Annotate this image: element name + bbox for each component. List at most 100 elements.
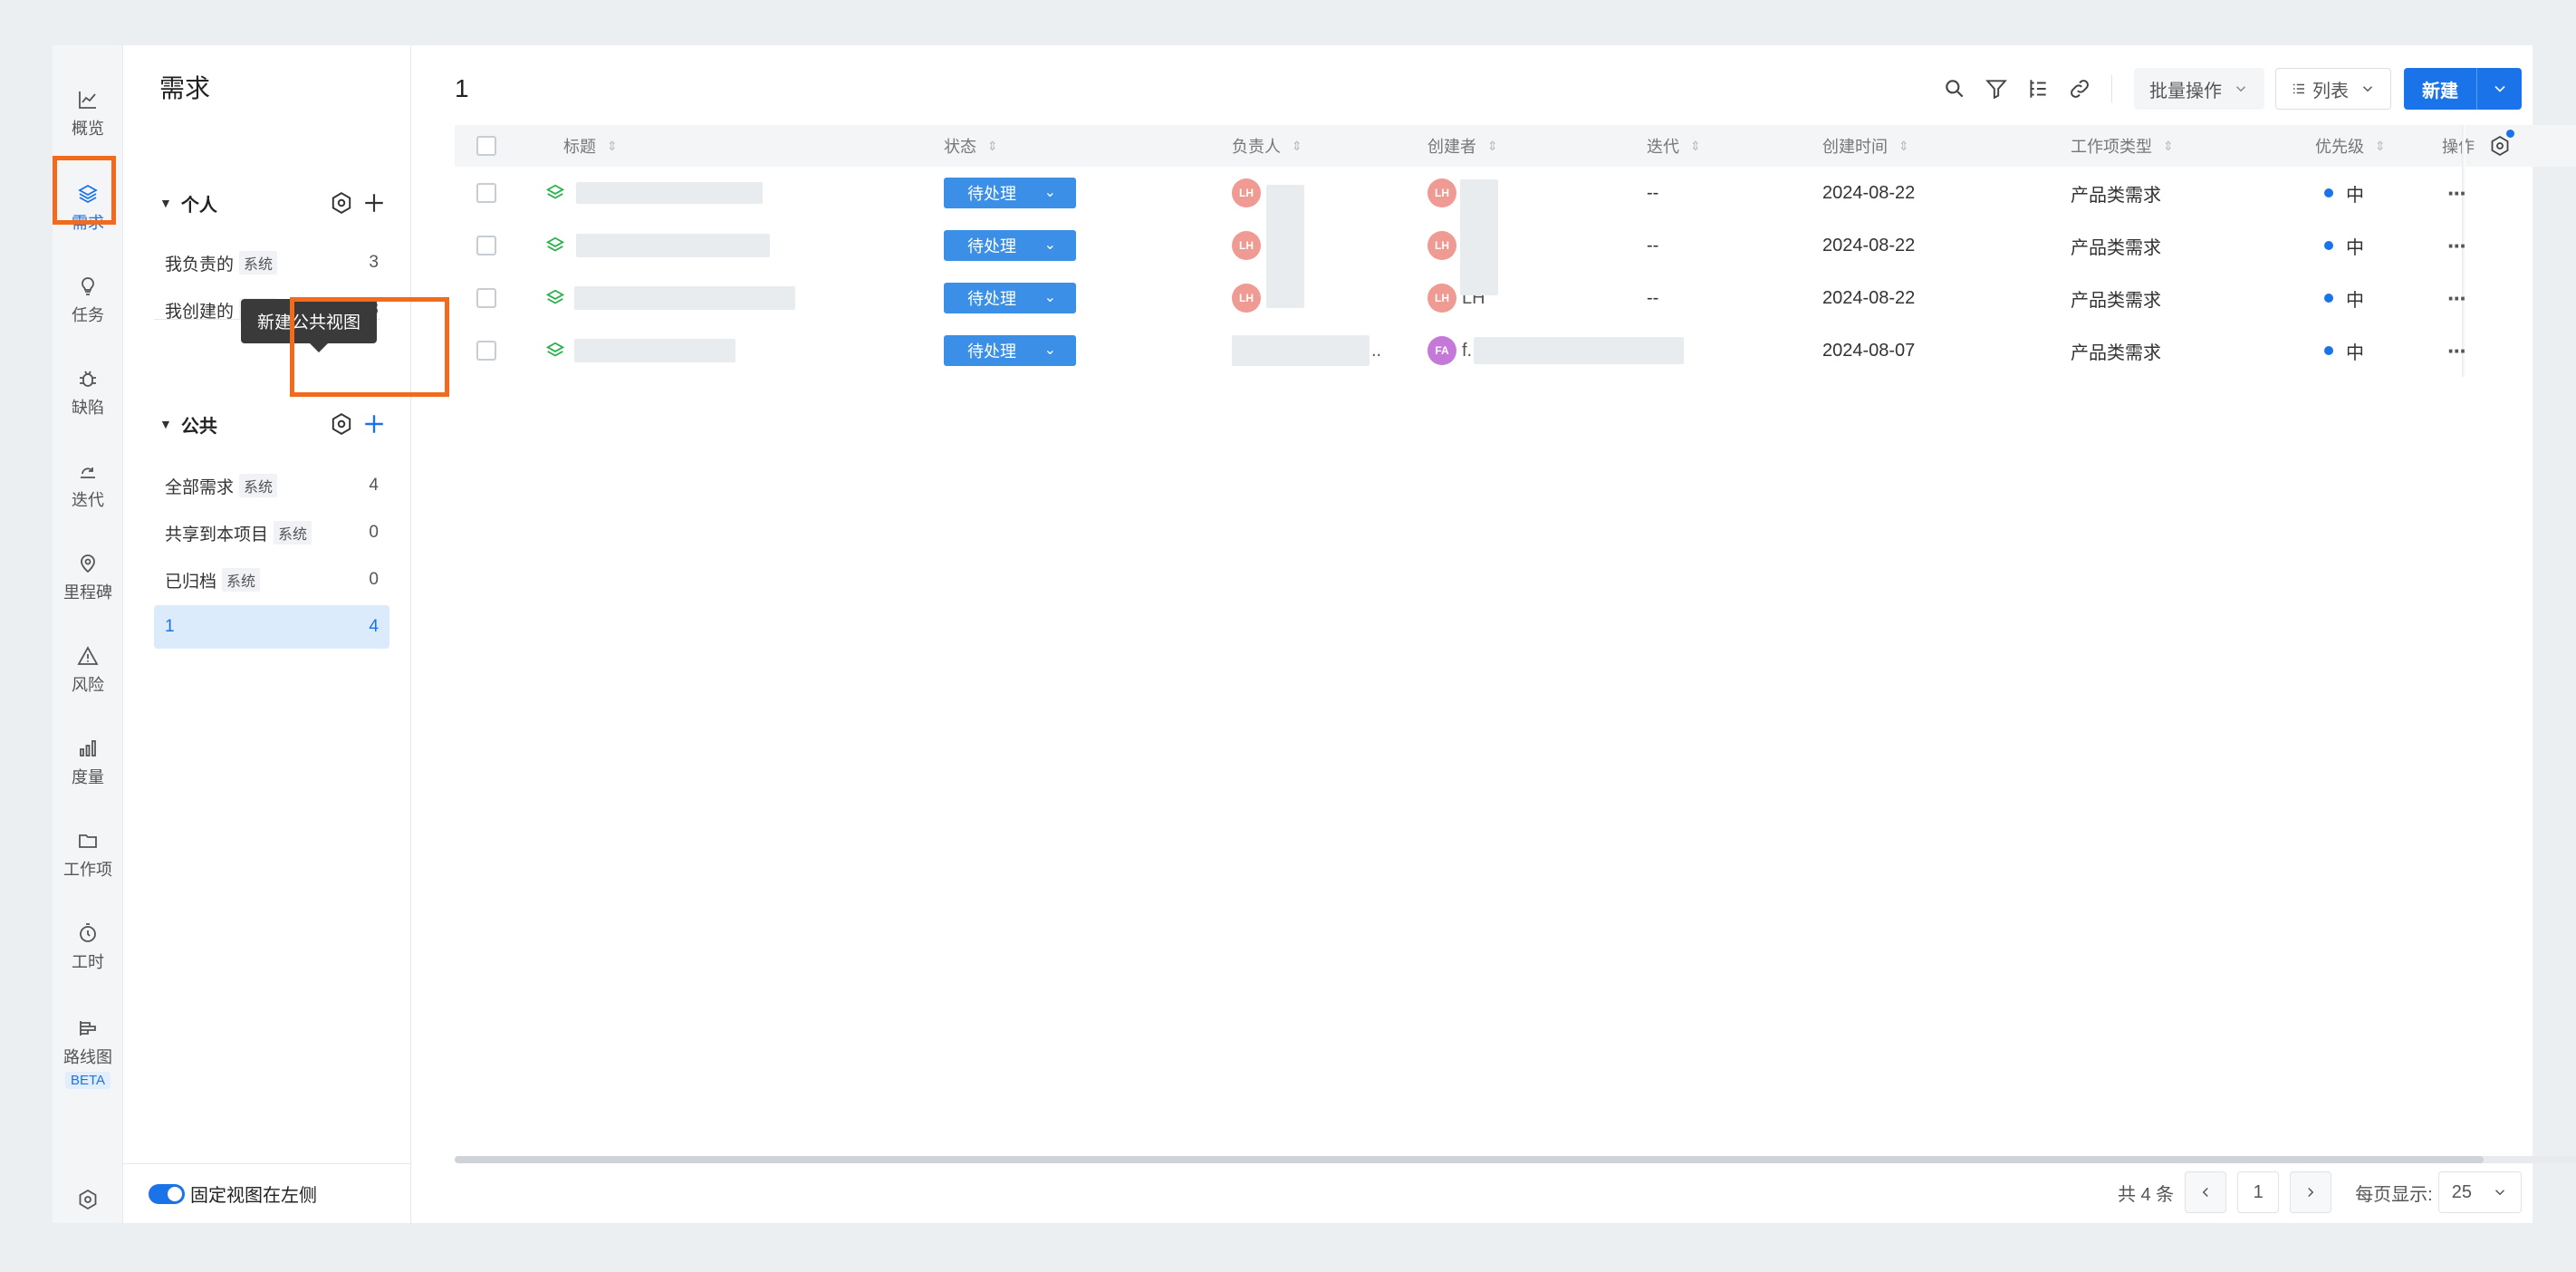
column-header-iteration[interactable]: 迭代 ⇕: [1647, 134, 1701, 158]
group-personal[interactable]: ▼ 个人: [159, 187, 386, 219]
row-checkbox[interactable]: [476, 183, 496, 203]
table-row[interactable]: 待处理 ⌄ LH LH -- 2024-08-22 产品类需求 中 ···: [455, 167, 2576, 219]
view-item[interactable]: 共享到本项目 系统 0: [154, 511, 389, 554]
batch-label: 批量操作: [2149, 81, 2222, 101]
pin-toggle[interactable]: [149, 1183, 185, 1204]
creator-redacted: [1474, 337, 1685, 364]
row-checkbox[interactable]: [476, 288, 496, 308]
chevron-down-icon: [2494, 1190, 2505, 1196]
group-public[interactable]: ▼ 公共: [159, 408, 386, 440]
view-mode-select[interactable]: 列表: [2275, 68, 2391, 110]
rail-item-milestones[interactable]: 里程碑: [53, 542, 123, 614]
more-actions-button[interactable]: ···: [2447, 284, 2467, 313]
column-header-assignee[interactable]: 负责人 ⇕: [1232, 134, 1302, 158]
row-checkbox[interactable]: [476, 236, 496, 255]
tree-list-icon: [2030, 80, 2046, 98]
column-settings-button[interactable]: [2489, 130, 2514, 157]
view-count: 0: [369, 523, 379, 542]
view-item[interactable]: 全部需求 系统 4: [154, 464, 389, 507]
per-page-select[interactable]: 25: [2437, 1171, 2522, 1213]
column-header-status[interactable]: 状态 ⇕: [944, 134, 998, 158]
table-row[interactable]: 待处理 ⌄ .. FA f. 2024-08-07 产品类需求 中 ···: [455, 324, 2576, 377]
caret-down-icon: ▼: [159, 417, 172, 431]
more-actions-button[interactable]: ···: [2447, 179, 2467, 207]
rail-settings[interactable]: [53, 1189, 123, 1210]
row-checkbox[interactable]: [476, 341, 496, 361]
per-page-value: 25: [2451, 1181, 2472, 1202]
title-redacted[interactable]: [574, 339, 735, 362]
view-item[interactable]: 已归档 系统 0: [154, 558, 389, 602]
select-all-checkbox[interactable]: [476, 136, 496, 156]
creator-avatar: LH: [1427, 178, 1456, 207]
column-header-title[interactable]: 标题 ⇕: [563, 134, 618, 158]
plus-icon[interactable]: [362, 191, 386, 215]
requirement-type-icon: [545, 236, 565, 255]
rail-item-roadmap[interactable]: 路线图 BETA: [53, 1007, 123, 1098]
more-actions-button[interactable]: ···: [2447, 337, 2467, 365]
requirements-table: 标题 ⇕ 状态 ⇕ 负责人 ⇕ 创建者 ⇕ 迭代 ⇕ 创建时间 ⇕ 工作项类型 ⇕ 优先级 ⇕ …: [455, 125, 2576, 377]
column-header-creator[interactable]: 创建者 ⇕: [1427, 134, 1498, 158]
created-date-cell: 2024-08-22: [1822, 182, 1916, 203]
column-header-created[interactable]: 创建时间 ⇕: [1822, 134, 1909, 158]
page-title: 1: [455, 74, 469, 102]
status-dropdown[interactable]: 待处理 ⌄: [944, 335, 1076, 366]
link-button[interactable]: [2059, 68, 2100, 110]
group-button[interactable]: [2017, 68, 2059, 110]
table-row[interactable]: 待处理 ⌄ LH LH -- 2024-08-22 产品类需求 中 ···: [455, 219, 2576, 272]
search-button[interactable]: [1934, 68, 1975, 110]
scrollbar-thumb[interactable]: [455, 1156, 2484, 1163]
title-redacted[interactable]: [576, 182, 763, 204]
notification-dot: [2506, 130, 2514, 138]
view-item-selected[interactable]: 1 4: [154, 605, 389, 649]
create-dropdown-button[interactable]: [2476, 68, 2522, 110]
rail-item-risks[interactable]: 风险: [53, 634, 123, 707]
status-dropdown[interactable]: 待处理 ⌄: [944, 230, 1076, 261]
type-cell: 产品类需求: [2071, 342, 2161, 363]
settings-icon[interactable]: [330, 191, 353, 215]
priority-cell: 中: [2324, 180, 2364, 207]
title-redacted[interactable]: [574, 286, 795, 310]
system-tag: 系统: [274, 521, 312, 544]
chevron-left-icon: [2202, 1187, 2208, 1198]
rail-item-bugs[interactable]: 缺陷: [53, 357, 123, 429]
assignee-names-redacted: [1266, 185, 1304, 308]
rail-item-tasks[interactable]: 任务: [53, 265, 123, 337]
rail-item-metrics[interactable]: 度量: [53, 727, 123, 799]
toolbar: 批量操作 列表 新建: [1934, 67, 2522, 111]
more-actions-button[interactable]: ···: [2447, 232, 2467, 260]
batch-actions-button[interactable]: 批量操作: [2134, 68, 2264, 110]
create-button[interactable]: 新建: [2404, 68, 2476, 110]
horizontal-scrollbar[interactable]: [455, 1156, 2576, 1163]
add-public-view-icon[interactable]: [362, 412, 386, 436]
rail-item-iterations[interactable]: 迭代: [53, 449, 123, 522]
toolbar-divider: [2111, 75, 2112, 102]
view-label: 全部需求: [165, 477, 235, 497]
gear-icon: [2491, 135, 2509, 157]
page-number[interactable]: 1: [2237, 1171, 2280, 1213]
rail-label: 需求: [72, 214, 104, 232]
next-page-button[interactable]: [2290, 1171, 2332, 1213]
filter-button[interactable]: [1975, 68, 2017, 110]
status-dropdown[interactable]: 待处理 ⌄: [944, 178, 1076, 208]
prev-page-button[interactable]: [2185, 1171, 2227, 1213]
column-header-type[interactable]: 工作项类型 ⇕: [2071, 134, 2174, 158]
view-count: 4: [369, 476, 379, 495]
rail-item-workitems[interactable]: 工作项: [53, 819, 123, 891]
requirement-type-icon: [545, 341, 565, 361]
table-row[interactable]: 待处理 ⌄ LH LH LH -- 2024-08-22 产品类需求 中 ···: [455, 272, 2576, 324]
rail-label: 工时: [72, 953, 104, 971]
column-header-priority[interactable]: 优先级 ⇕: [2315, 134, 2386, 158]
status-dropdown[interactable]: 待处理 ⌄: [944, 283, 1076, 313]
rail-item-worklogs[interactable]: 工时: [53, 911, 123, 984]
title-redacted[interactable]: [576, 234, 770, 257]
rail-item-requirements[interactable]: 需求: [53, 172, 123, 245]
nav-rail: 概览 需求 任务 缺陷 迭代 里程碑 风险 度量 工作项 工时 路线图 BETA: [53, 45, 123, 1223]
assignee-avatar: LH: [1232, 178, 1261, 207]
requirement-type-icon: [545, 288, 565, 308]
view-count: 4: [369, 617, 379, 636]
stopwatch-icon: [80, 923, 96, 942]
view-label: 已归档: [165, 572, 217, 592]
settings-icon[interactable]: [330, 412, 353, 436]
view-item[interactable]: 我负责的 系统 3: [154, 241, 389, 284]
rail-item-overview[interactable]: 概览: [53, 78, 123, 150]
